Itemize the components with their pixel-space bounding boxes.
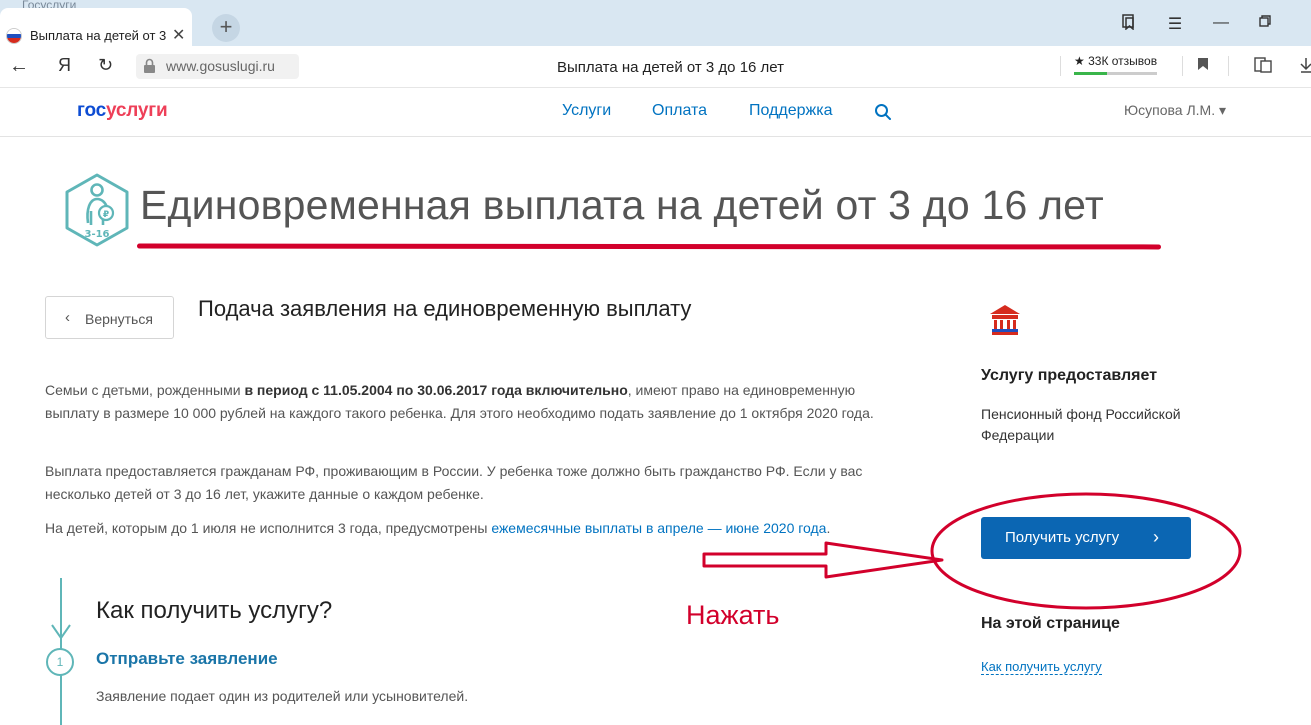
- monthly-payments-link[interactable]: ежемесячные выплаты в апреле — июне 2020…: [491, 520, 826, 536]
- logo-part-uslugi: услуги: [106, 100, 168, 121]
- divider: [1060, 56, 1061, 76]
- address-page-title: Выплата на детей от 3 до 16 лет: [557, 59, 785, 76]
- pension-fund-logo-icon: [990, 305, 1020, 335]
- p1-bold-dates: в период с 11.05.2004 по 30.06.2017 года…: [244, 382, 628, 398]
- annotation-arrow-icon: [702, 541, 944, 579]
- step-title: Отправьте заявление: [96, 649, 278, 668]
- back-button-label: Вернуться: [85, 311, 153, 327]
- annotation-press-label: Нажать: [686, 600, 780, 630]
- address-bar: ← Я ↻ www.gosuslugi.ru Выплата на детей …: [0, 46, 1311, 88]
- menu-icon[interactable]: ☰: [1163, 14, 1187, 34]
- close-tab-icon[interactable]: ✕: [172, 25, 185, 45]
- gosuslugi-logo[interactable]: госуслуги: [77, 100, 168, 122]
- svg-text:₽: ₽: [103, 210, 109, 220]
- divider: [1228, 56, 1229, 76]
- user-menu[interactable]: Юсупова Л.М. ▾: [1124, 102, 1226, 119]
- intro-paragraph-2: Выплата предоставляется гражданам РФ, пр…: [45, 463, 863, 502]
- icon-age-label: 3-16: [84, 229, 109, 240]
- reload-icon[interactable]: ↻: [98, 55, 113, 76]
- p1-text-a: Семьи с детьми, рожденными: [45, 382, 245, 398]
- nav-support[interactable]: Поддержка: [749, 102, 832, 120]
- intro-paragraph-3: На детей, которым до 1 июля не исполнитс…: [45, 517, 875, 540]
- nav-services[interactable]: Услуги: [562, 102, 611, 120]
- arrow-down-icon: [51, 624, 71, 640]
- active-tab[interactable]: Выплата на детей от 3 до 16 лет ✕: [0, 8, 192, 46]
- step-description: Заявление подает один из родителей или у…: [96, 688, 469, 704]
- new-tab-button[interactable]: +: [212, 14, 240, 42]
- bookmarks-panel-icon[interactable]: [1117, 14, 1141, 35]
- yandex-logo-icon[interactable]: Я: [58, 55, 71, 76]
- divider: [1182, 56, 1183, 76]
- annotation-underline: [136, 243, 1162, 250]
- reviews-badge[interactable]: ★ 33К отзывов: [1074, 54, 1158, 75]
- collections-icon[interactable]: [1254, 57, 1272, 78]
- tab-title: Выплата на детей от 3 до 16 лет: [30, 28, 168, 43]
- section-title: Подача заявления на единовременную выпла…: [198, 296, 692, 321]
- url-text: www.gosuslugi.ru: [166, 58, 275, 74]
- annotation-ellipse: [930, 492, 1242, 610]
- browser-tab-strip: Госуслуги Выплата на детей от 3 до 16 ле…: [0, 0, 1311, 46]
- download-icon[interactable]: [1300, 57, 1311, 78]
- lock-icon: [144, 58, 155, 73]
- how-to-get-title: Как получить услугу?: [96, 597, 333, 624]
- provider-heading: Услугу предоставляет: [981, 367, 1158, 384]
- back-button[interactable]: ‹ Вернуться: [45, 296, 174, 339]
- p3-text-a: На детей, которым до 1 июля не исполнитс…: [45, 520, 492, 536]
- intro-paragraph-1: Семьи с детьми, рожденными в период с 11…: [45, 379, 875, 424]
- search-icon[interactable]: [874, 103, 892, 121]
- restore-icon[interactable]: [1253, 14, 1277, 32]
- back-arrow-icon[interactable]: ←: [9, 55, 29, 78]
- on-page-heading: На этой странице: [981, 615, 1120, 632]
- url-field[interactable]: www.gosuslugi.ru: [136, 54, 299, 79]
- child-benefit-icon: ₽ 3-16: [65, 173, 129, 247]
- step-number-badge: 1: [46, 648, 74, 676]
- minimize-icon[interactable]: —: [1209, 14, 1233, 32]
- bookmark-icon[interactable]: [1197, 57, 1209, 76]
- nav-payment[interactable]: Оплата: [652, 102, 707, 120]
- russia-flag-icon: [6, 28, 22, 44]
- site-header: госуслуги Услуги Оплата Поддержка Юсупов…: [0, 88, 1311, 137]
- p3-text-b: .: [826, 520, 831, 536]
- chevron-left-icon: ‹: [65, 309, 70, 326]
- page-title: Единовременная выплата на детей от 3 до …: [140, 182, 1104, 228]
- provider-name: Пенсионный фонд Российской Федерации: [981, 406, 1181, 443]
- how-to-get-anchor-link[interactable]: Как получить услугу: [981, 659, 1102, 675]
- logo-part-gos: гос: [77, 100, 106, 121]
